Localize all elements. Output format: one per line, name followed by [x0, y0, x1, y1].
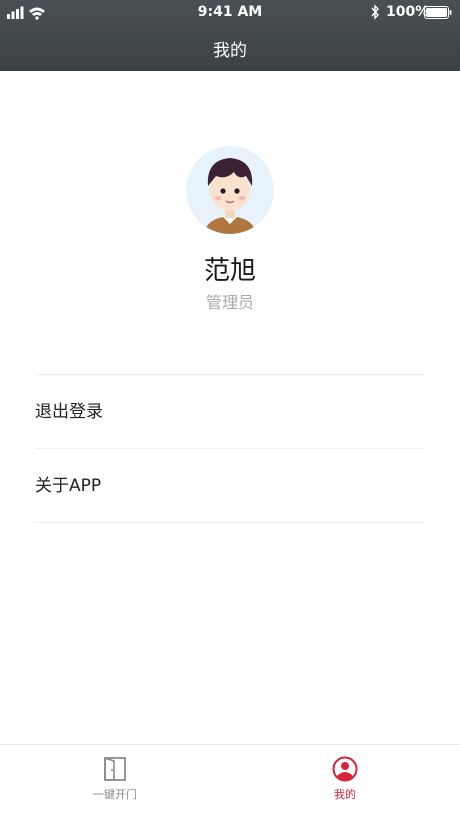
profile-section: 范旭 管理员 [0, 146, 460, 326]
avatar [186, 146, 274, 234]
tab-one-click-open[interactable]: 一键开门 [0, 745, 230, 819]
navigation-bar: 9:41 AM 100% 我的 [0, 0, 460, 71]
user-role: 管理员 [205, 293, 254, 312]
about-app-label: 关于APP [35, 476, 102, 496]
avatar-boy-icon [186, 146, 274, 234]
settings-menu: 退出登录 关于APP [35, 374, 424, 523]
logout-menu-item[interactable]: 退出登录 [35, 374, 424, 448]
door-icon [104, 756, 126, 781]
user-name: 范旭 [203, 256, 256, 286]
battery-percentage: 100% [386, 4, 430, 20]
tab-mine[interactable]: 我的 [230, 745, 460, 819]
status-bar: 9:41 AM 100% [0, 0, 460, 26]
page-title: 我的 [213, 41, 247, 61]
tab-mine-label: 我的 [334, 788, 356, 801]
logout-label: 退出登录 [35, 402, 103, 422]
user-circle-icon [332, 756, 358, 782]
battery-icon [424, 6, 452, 19]
bluetooth-icon [371, 4, 379, 20]
tab-bar: 一键开门 我的 [0, 744, 460, 819]
tab-one-click-open-label: 一键开门 [93, 788, 137, 801]
about-app-menu-item[interactable]: 关于APP [35, 448, 424, 523]
